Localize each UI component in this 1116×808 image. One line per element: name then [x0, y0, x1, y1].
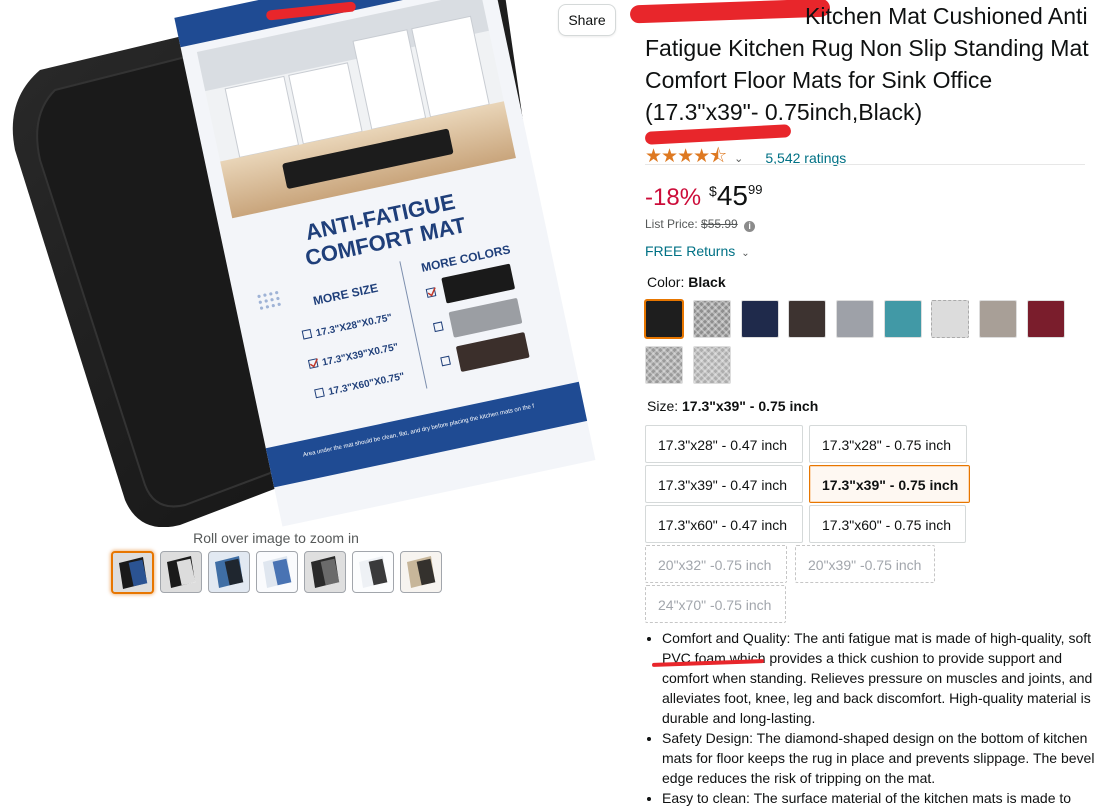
swatch-taupe[interactable] — [979, 300, 1017, 338]
price: $ 45 99 — [709, 180, 762, 212]
thumbnail-7[interactable] — [400, 551, 442, 593]
list-price: List Price: $55.99 i — [645, 217, 756, 232]
share-button[interactable]: Share — [558, 4, 616, 36]
size-selected-value: 17.3"x39" - 0.75 inch — [682, 398, 819, 414]
size-label-text: Size: — [647, 398, 679, 414]
chevron-down-icon[interactable]: ⌄ — [734, 152, 743, 165]
color-selected-value: Black — [688, 274, 726, 290]
size-option-2[interactable]: 17.3"x28" - 0.75 inch — [809, 425, 967, 463]
divider — [645, 164, 1085, 165]
swatch-light-grey[interactable] — [836, 300, 874, 338]
size-option-8[interactable]: 20"x39" -0.75 inch — [795, 545, 935, 583]
swatch-grey-texture-2[interactable] — [693, 346, 731, 384]
chevron-down-icon: ⌄ — [741, 248, 750, 259]
price-whole: 45 — [716, 180, 748, 211]
thumbnail-2[interactable] — [160, 551, 202, 593]
anti-fatigue-mat-image: ANTI-FATIGUE COMFORT MAT MORE SIZE MORE … — [12, 0, 596, 527]
thumbnail-image — [209, 552, 249, 592]
size-option-1[interactable]: 17.3"x28" - 0.47 inch — [645, 425, 803, 463]
feature-bullet-2: Safety Design: The diamond-shaped design… — [662, 728, 1104, 788]
size-label: Size: 17.3"x39" - 0.75 inch — [647, 398, 818, 414]
price-block: -18% $ 45 99 — [645, 180, 762, 212]
star-rating-icon[interactable]: ★★★★⯪ — [645, 142, 727, 174]
thumbnail-3[interactable] — [208, 551, 250, 593]
thumbnail-image — [161, 552, 201, 592]
rating-row: ★★★★⯪ ⌄ 5,542 ratings — [645, 142, 846, 174]
swatch-black[interactable] — [644, 299, 684, 339]
feature-bullets: Comfort and Quality: The anti fatigue ma… — [645, 628, 1104, 808]
thumbnail-1[interactable] — [111, 551, 154, 594]
thumbnail-4[interactable] — [256, 551, 298, 593]
thumbnail-6[interactable] — [352, 551, 394, 593]
list-price-label: List Price: — [645, 217, 698, 231]
swatch-grey-texture-1[interactable] — [645, 346, 683, 384]
thumbnail-strip — [111, 551, 442, 594]
size-option-6[interactable]: 17.3"x60" - 0.75 inch — [809, 505, 966, 543]
feature-bullet-1: Comfort and Quality: The anti fatigue ma… — [662, 628, 1104, 728]
thumbnail-image — [305, 552, 345, 592]
zoom-hint: Roll over image to zoom in — [193, 530, 359, 546]
size-option-4[interactable]: 17.3"x39" - 0.75 inch — [809, 465, 970, 503]
swatch-grey-pattern[interactable] — [693, 300, 731, 338]
size-option-3[interactable]: 17.3"x39" - 0.47 inch — [645, 465, 803, 503]
size-option-7[interactable]: 20"x32" -0.75 inch — [645, 545, 787, 583]
color-label-text: Color: — [647, 274, 685, 290]
swatch-brown[interactable] — [788, 300, 826, 338]
price-currency: $ — [709, 183, 717, 199]
swatch-teal[interactable] — [884, 300, 922, 338]
free-returns-link[interactable]: FREE Returns ⌄ — [645, 243, 750, 259]
thumbnail-image — [257, 552, 297, 592]
price-fraction: 99 — [747, 182, 763, 197]
info-icon[interactable]: i — [744, 221, 756, 232]
swatch-white[interactable] — [931, 300, 969, 338]
color-label: Color: Black — [647, 274, 726, 290]
thumbnail-image — [113, 553, 152, 592]
thumbnail-5[interactable] — [304, 551, 346, 593]
product-title-text: Kitchen Mat Cushioned Anti Fatigue Kitch… — [645, 3, 1089, 125]
free-returns-label: FREE Returns — [645, 243, 736, 259]
thumbnail-image — [353, 552, 393, 592]
feature-bullet-3: Easy to clean: The surface material of t… — [662, 788, 1104, 808]
product-title: Kitchen Mat Cushioned Anti Fatigue Kitch… — [645, 0, 1090, 128]
swatch-burgundy[interactable] — [1027, 300, 1065, 338]
list-price-value: $55.99 — [701, 217, 738, 231]
thumbnail-image — [401, 552, 441, 592]
swatch-navy[interactable] — [741, 300, 779, 338]
main-product-image[interactable]: ANTI-FATIGUE COMFORT MAT MORE SIZE MORE … — [0, 0, 622, 527]
size-option-5[interactable]: 17.3"x60" - 0.47 inch — [645, 505, 803, 543]
size-option-9[interactable]: 24"x70" -0.75 inch — [645, 585, 786, 623]
discount-percent: -18% — [645, 184, 702, 211]
